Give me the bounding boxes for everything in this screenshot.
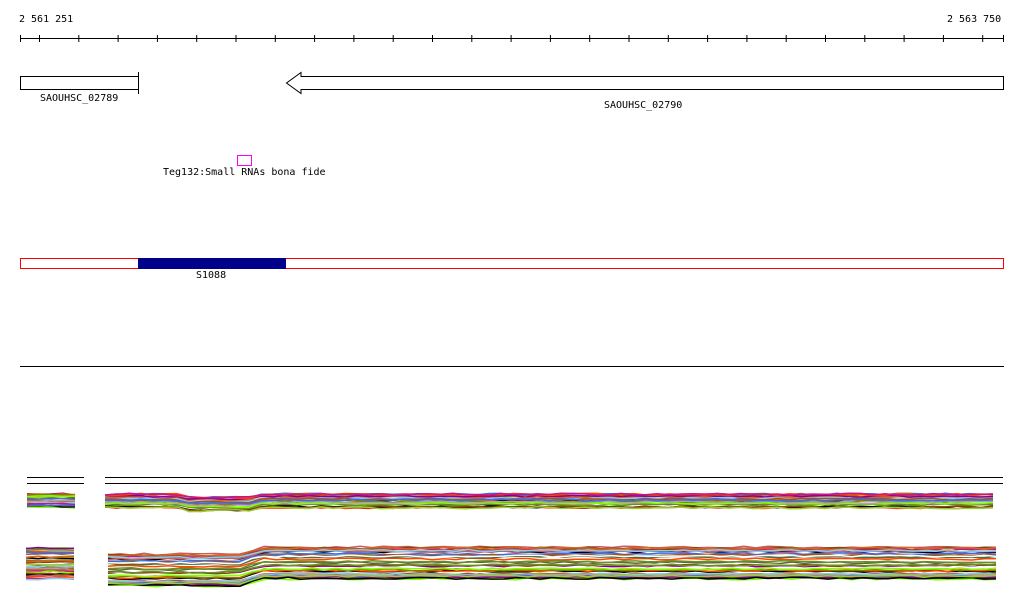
gene-SAOUHSC_02789[interactable] <box>20 72 139 94</box>
coordinate-ruler <box>20 35 1004 42</box>
expression-trace <box>25 568 75 572</box>
expression-tracks <box>25 477 1003 588</box>
gene-SAOUHSC_02790[interactable] <box>285 71 1004 95</box>
srna-label: Teg132:Small RNAs bona fide <box>163 167 326 178</box>
srna-feature-box[interactable] <box>237 155 252 166</box>
expression-trace <box>25 548 75 552</box>
expression-trace <box>26 494 76 498</box>
region-S1088 <box>138 258 286 269</box>
expression-trace <box>25 563 74 566</box>
gene-label-SAOUHSC_02789: SAOUHSC_02789 <box>40 93 119 104</box>
expression-trace <box>25 555 75 559</box>
region-label: S1088 <box>196 270 227 281</box>
gene-label-SAOUHSC_02790: SAOUHSC_02790 <box>604 100 683 111</box>
genome-browser-canvas <box>20 35 1004 588</box>
region-track[interactable] <box>20 258 1004 269</box>
